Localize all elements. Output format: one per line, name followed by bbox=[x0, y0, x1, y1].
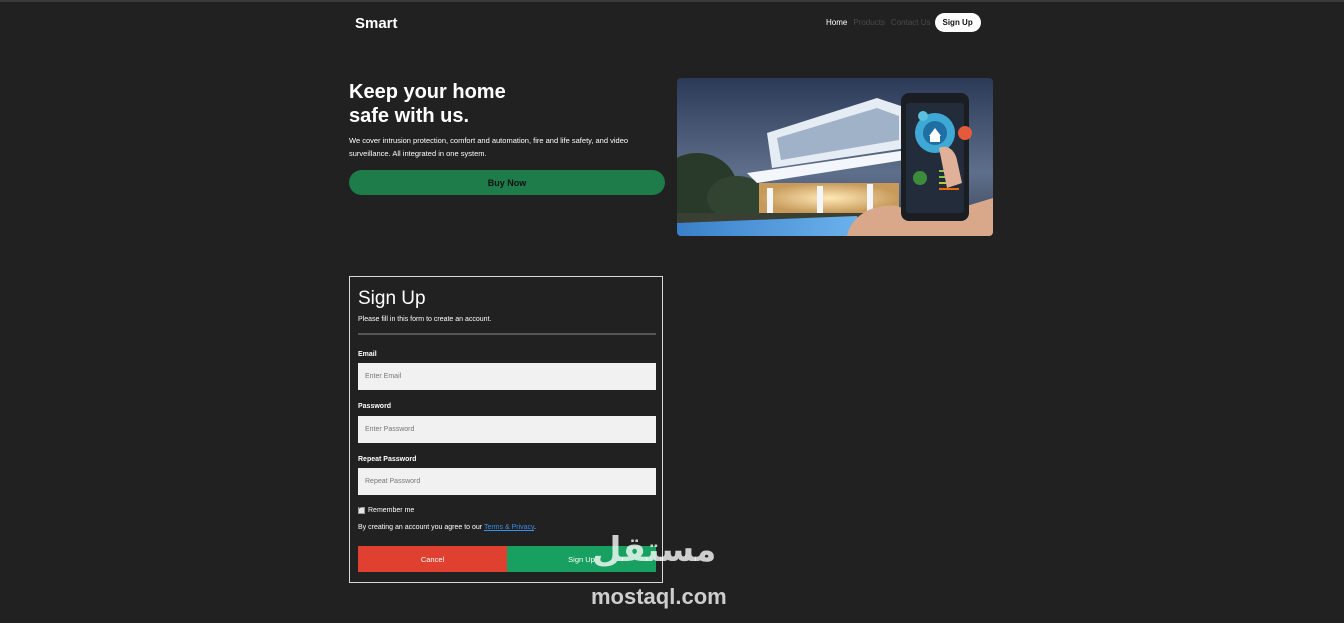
smart-home-illustration bbox=[677, 78, 993, 236]
main-nav: Home Products Contact Us Sign Up bbox=[826, 13, 981, 32]
form-divider bbox=[358, 333, 656, 335]
terms-text: By creating an account you agree to our … bbox=[358, 524, 536, 531]
hero-title: Keep your home safe with us. bbox=[349, 80, 569, 128]
remember-me: Remember me bbox=[358, 504, 415, 514]
remember-me-label: Remember me bbox=[368, 507, 415, 514]
password-field[interactable]: Enter Password bbox=[358, 416, 656, 443]
remember-me-checkbox[interactable] bbox=[358, 504, 365, 514]
email-field[interactable]: Enter Email bbox=[358, 363, 656, 390]
watermark-latin: mostaql.com bbox=[591, 584, 727, 609]
top-border bbox=[0, 0, 1344, 2]
buy-now-button[interactable]: Buy Now bbox=[349, 170, 665, 195]
watermark-arabic: مستقل bbox=[592, 530, 717, 570]
terms-prefix: By creating an account you agree to our bbox=[358, 524, 484, 531]
repeat-password-label: Repeat Password bbox=[358, 456, 417, 463]
form-subtitle: Please fill in this form to create an ac… bbox=[358, 316, 492, 323]
password-label: Password bbox=[358, 403, 392, 410]
nav-link-products[interactable]: Products bbox=[853, 18, 885, 27]
nav-link-home[interactable]: Home bbox=[826, 18, 847, 27]
nav-link-contact[interactable]: Contact Us bbox=[891, 18, 931, 27]
terms-suffix: . bbox=[534, 524, 536, 531]
hero-title-line-1: Keep your home bbox=[349, 81, 506, 103]
nav-signup-button[interactable]: Sign Up bbox=[934, 13, 981, 32]
email-label: Email bbox=[358, 351, 377, 358]
hero-title-line-2: safe with us. bbox=[349, 105, 470, 127]
hero-description: We cover intrusion protection, comfort a… bbox=[349, 136, 629, 158]
brand-logo[interactable]: Smart bbox=[355, 15, 398, 32]
form-title: Sign Up bbox=[358, 288, 426, 309]
terms-privacy-link[interactable]: Terms & Privacy bbox=[484, 524, 534, 531]
hero-image-smart-home bbox=[677, 78, 993, 236]
repeat-password-field[interactable]: Repeat Password bbox=[358, 468, 656, 495]
cancel-button[interactable]: Cancel bbox=[358, 546, 507, 572]
